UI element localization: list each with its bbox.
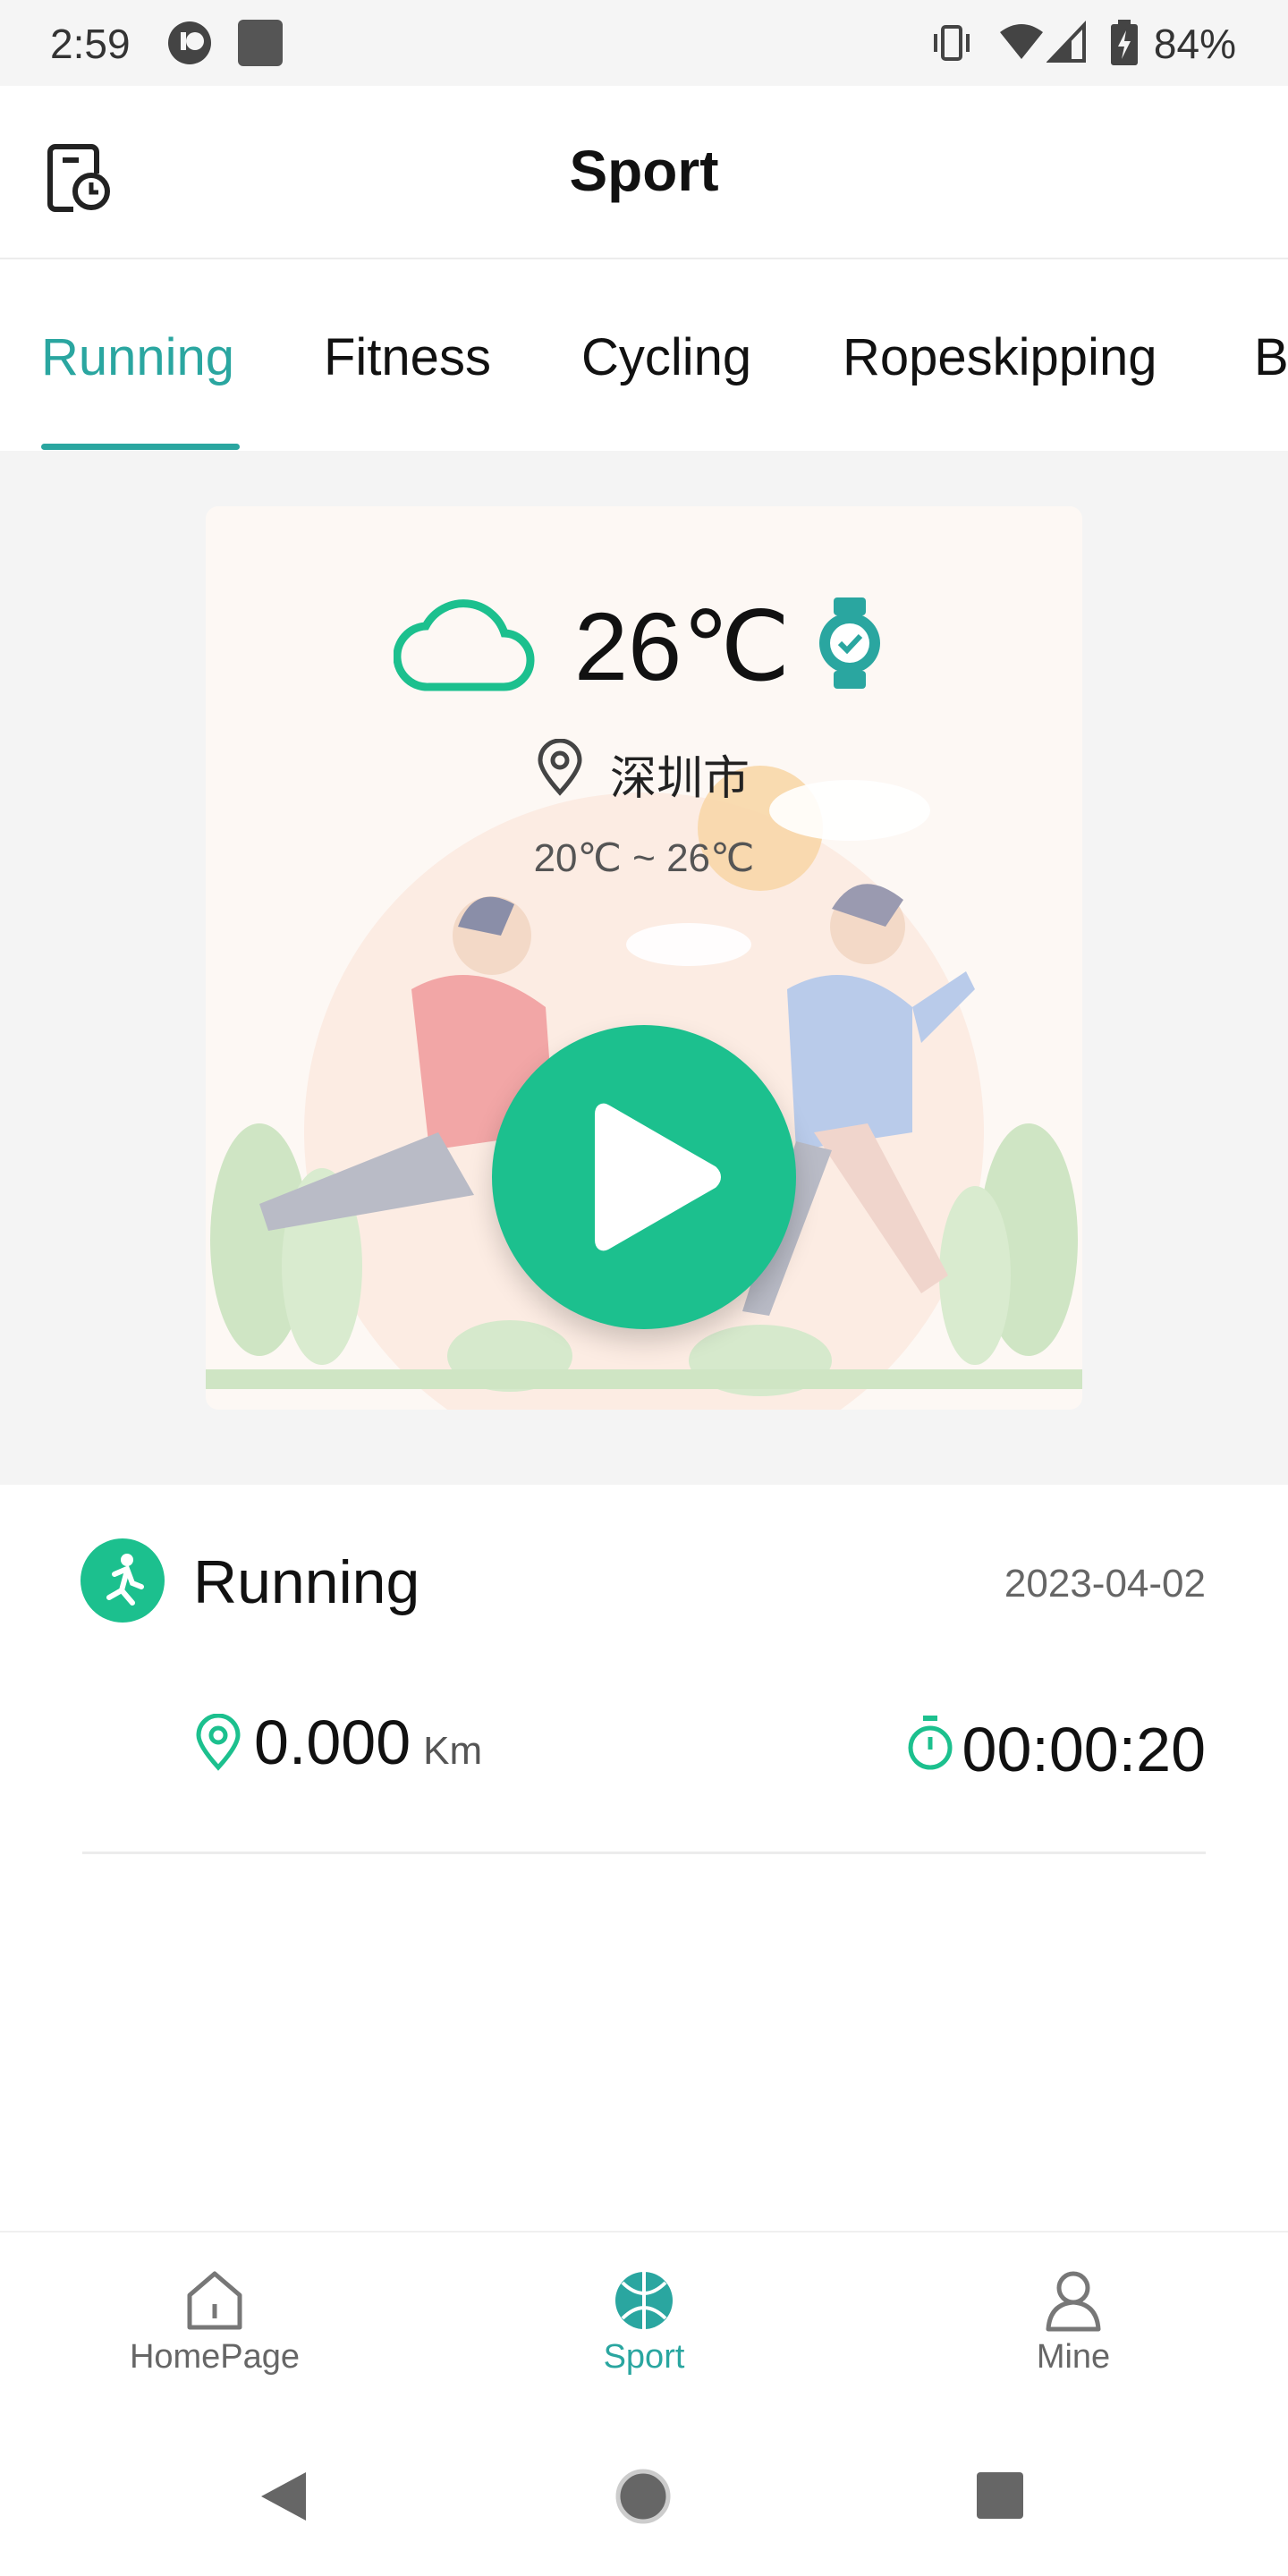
temperature: 26℃ <box>574 592 791 700</box>
tab-more[interactable]: B <box>1254 327 1288 387</box>
nav-mine[interactable]: Mine <box>939 2233 1208 2408</box>
record-duration: 00:00:20 <box>962 1715 1206 1784</box>
history-icon[interactable] <box>43 138 114 213</box>
nav-mine-label: Mine <box>1036 2338 1111 2376</box>
nav-homepage[interactable]: HomePage <box>80 2233 349 2408</box>
vibrate-icon <box>928 20 975 66</box>
bottom-navigation: HomePage Sport Mine <box>0 2231 1288 2408</box>
distance-icon <box>195 1713 242 1775</box>
running-record-icon <box>80 1538 165 1623</box>
watch-connected-icon[interactable] <box>814 594 886 697</box>
wifi-icon <box>998 20 1045 66</box>
app-header: Sport <box>0 86 1288 259</box>
page-title: Sport <box>569 139 719 203</box>
app-notification-icon <box>166 20 213 66</box>
play-icon <box>595 1103 721 1251</box>
nav-homepage-label: HomePage <box>129 2338 301 2376</box>
nav-sport[interactable]: Sport <box>510 2233 778 2408</box>
temperature-range: 20℃ ~ 26℃ <box>533 836 755 880</box>
tab-running[interactable]: Running <box>41 327 234 387</box>
location-pin-icon <box>535 738 585 801</box>
active-tab-indicator <box>41 444 240 450</box>
record-distance: 0.000 Km <box>254 1707 482 1778</box>
recents-icon[interactable] <box>975 2470 1025 2521</box>
record-divider <box>82 1852 1206 1854</box>
home-circle-icon[interactable] <box>614 2467 673 2526</box>
sport-tabs: Running Fitness Cycling Ropeskipping B <box>0 259 1288 451</box>
signal-icon <box>1046 20 1088 66</box>
record-date: 2023-04-02 <box>1004 1562 1206 1606</box>
tab-fitness[interactable]: Fitness <box>324 327 491 387</box>
distance-unit: Km <box>423 1729 483 1773</box>
cloud-weather-icon <box>393 581 537 702</box>
tab-cycling[interactable]: Cycling <box>581 327 751 387</box>
square-notification-icon <box>236 20 284 66</box>
battery-icon <box>1109 20 1140 66</box>
stopwatch-icon <box>905 1714 955 1775</box>
city-name: 深圳市 <box>610 753 750 805</box>
nav-sport-label: Sport <box>603 2338 685 2376</box>
distance-value: 0.000 <box>254 1707 411 1777</box>
person-icon <box>1046 2271 1101 2332</box>
record-title[interactable]: Running <box>193 1547 419 1617</box>
start-running-button[interactable] <box>492 1025 796 1329</box>
system-navigation-bar <box>0 2406 1288 2576</box>
back-icon[interactable] <box>256 2469 309 2524</box>
sport-ball-icon <box>615 2272 673 2329</box>
home-icon <box>187 2271 242 2330</box>
tab-ropeskipping[interactable]: Ropeskipping <box>843 327 1157 387</box>
battery-percent: 84% <box>1153 21 1236 67</box>
status-time: 2:59 <box>50 21 131 67</box>
